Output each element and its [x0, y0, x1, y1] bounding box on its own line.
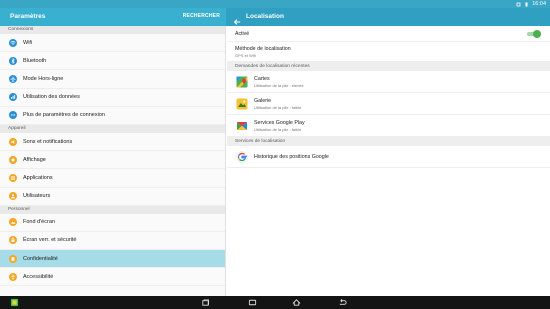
settings-item-label: Sons et notifications: [23, 138, 73, 145]
location-toggle[interactable]: [526, 30, 541, 38]
settings-item-bluetooth[interactable]: Bluetooth: [0, 52, 225, 71]
location-method-value: GPS et Wifi: [235, 53, 256, 58]
active-label: Activé: [235, 30, 250, 37]
google-play-services-icon: [236, 120, 248, 132]
battery-icon: [524, 2, 529, 7]
settings-item-accessibility[interactable]: Accessibilité: [0, 268, 225, 287]
settings-item-label: Affichage: [23, 156, 46, 163]
location-method-row[interactable]: Méthode de localisation GPS et Wifi: [227, 42, 550, 62]
users-icon: [9, 192, 17, 201]
back-arrow-icon[interactable]: [233, 13, 241, 25]
recent-apps-icon[interactable]: [201, 298, 210, 307]
settings-title: Paramètres: [10, 13, 46, 20]
section-header-appareil: Appareil: [0, 124, 225, 133]
more-connections-icon: [9, 111, 17, 120]
gallery-icon: [236, 98, 248, 110]
settings-item-users[interactable]: Utilisateurs: [0, 188, 225, 206]
settings-item-label: Wifi: [23, 39, 33, 46]
settings-item-sounds[interactable]: Sons et notifications: [0, 133, 225, 152]
settings-item-applications[interactable]: Applications: [0, 169, 225, 188]
settings-item-label: Bluetooth: [23, 57, 47, 64]
settings-item-privacy[interactable]: Confidentialité: [0, 250, 225, 269]
airplane-icon: [9, 74, 17, 83]
section-header-personnel: Personnel: [0, 205, 225, 214]
google-icon: [236, 150, 248, 163]
clock: 16:04: [532, 1, 546, 7]
settings-item-label: Utilisateurs: [23, 193, 51, 200]
settings-item-label: Applications: [23, 174, 53, 181]
recent-app-gallery[interactable]: Galerie Utilisation de la pile : faible: [227, 93, 550, 115]
settings-item-label: Utilisation des données: [23, 94, 80, 101]
app-name: Services Google Play: [254, 119, 305, 126]
location-method-title: Méthode de localisation: [235, 46, 291, 52]
settings-item-more-connections[interactable]: Plus de paramètres de connexion: [0, 107, 225, 125]
toggle-thumb: [533, 30, 541, 38]
location-title: Localisation: [246, 13, 284, 20]
service-name: Historique des positions Google: [254, 153, 329, 160]
app-name: Galerie: [254, 97, 272, 104]
search-button[interactable]: RECHERCHER: [183, 13, 220, 19]
location-master-switch-row[interactable]: Activé: [227, 26, 550, 42]
settings-item-label: Écran verr. et sécurité: [23, 237, 77, 244]
location-settings: Activé Méthode de localisation GPS et Wi…: [227, 26, 550, 296]
settings-appbar: Paramètres RECHERCHER: [0, 8, 226, 26]
settings-item-airplane[interactable]: Mode Hors-ligne: [0, 70, 225, 89]
settings-item-label: Confidentialité: [23, 255, 58, 262]
recent-app-google-play-services[interactable]: Services Google Play Utilisation de la p…: [227, 115, 550, 137]
settings-item-data-usage[interactable]: Utilisation des données: [0, 89, 225, 107]
location-appbar: Localisation: [226, 8, 550, 26]
app-battery-usage: Utilisation de la pile : faible: [254, 104, 302, 110]
accessibility-icon: [9, 272, 17, 281]
screenshot-icon[interactable]: [248, 298, 257, 307]
wifi-icon: [9, 38, 17, 47]
back-icon[interactable]: [338, 298, 347, 307]
nfc-icon: [516, 2, 521, 7]
app-battery-usage: Utilisation de la pile : élevée: [254, 82, 304, 88]
settings-item-wifi[interactable]: Wifi: [0, 34, 225, 53]
applications-icon: [9, 173, 17, 182]
home-icon[interactable]: [292, 298, 301, 307]
service-google-location-history[interactable]: Historique des positions Google: [227, 146, 550, 168]
notes-app-icon[interactable]: [10, 298, 19, 307]
settings-item-label: Accessibilité: [23, 273, 54, 280]
app-battery-usage: Utilisation de la pile : faible: [254, 126, 302, 132]
lock-screen-icon: [9, 236, 17, 245]
recent-requests-header: Demandes de localisation récentes: [227, 62, 550, 71]
data-usage-icon: [9, 93, 17, 102]
status-bar: 16:04: [0, 0, 550, 8]
app-name: Cartes: [254, 75, 270, 82]
wallpaper-icon: [9, 218, 17, 227]
settings-list: Connexions Wifi Bluetooth Mode Hors-lign…: [0, 26, 226, 296]
settings-item-wallpaper[interactable]: Fond d'écran: [0, 214, 225, 232]
sound-icon: [9, 137, 17, 146]
bluetooth-icon: [9, 56, 17, 65]
maps-icon: [236, 76, 248, 88]
recent-app-maps[interactable]: Cartes Utilisation de la pile : élevée: [227, 71, 550, 93]
section-header-connexions: Connexions: [0, 26, 225, 34]
privacy-icon: [9, 254, 17, 263]
settings-item-lock-screen[interactable]: Écran verr. et sécurité: [0, 232, 225, 251]
settings-item-label: Fond d'écran: [23, 219, 55, 226]
display-icon: [9, 155, 17, 164]
settings-item-label: Mode Hors-ligne: [23, 75, 64, 82]
location-services-header: Services de localisation: [227, 137, 550, 146]
settings-item-label: Plus de paramètres de connexion: [23, 112, 105, 119]
settings-item-display[interactable]: Affichage: [0, 151, 225, 170]
navigation-bar: [0, 296, 550, 309]
